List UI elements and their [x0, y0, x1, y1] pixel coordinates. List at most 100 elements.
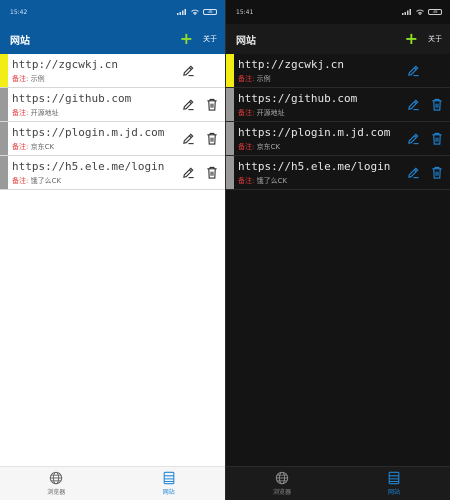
site-note: 备注: 开源地址 [238, 108, 406, 118]
battery-icon: 38 [203, 9, 217, 15]
nav-label: 浏览器 [272, 489, 291, 496]
site-url: https://h5.ele.me/login [238, 159, 391, 173]
side-bar [0, 122, 8, 155]
page-title: 网站 [236, 35, 256, 47]
site-item[interactable]: http://zgcwkj.cn 备注: 示例 [226, 54, 450, 88]
edit-icon[interactable] [406, 64, 420, 78]
site-url: http://zgcwkj.cn [238, 57, 344, 71]
edit-icon[interactable] [181, 166, 195, 180]
side-bar [0, 156, 8, 189]
signal-icon [177, 9, 186, 15]
globe-icon [50, 471, 63, 485]
site-note: 备注: 示例 [12, 74, 181, 84]
highlight-bar [226, 54, 234, 87]
app-bar: 网站 + 关于 [0, 24, 225, 54]
site-item[interactable]: http://zgcwkj.cn 备注: 示例 [0, 54, 225, 88]
note-value: 饿了么CK [30, 176, 62, 185]
edit-icon[interactable] [181, 132, 195, 146]
site-item[interactable]: https://plogin.m.jd.com 备注: 京东CK [226, 122, 450, 156]
site-note: 备注: 京东CK [238, 142, 406, 152]
site-item[interactable]: https://github.com 备注: 开源地址 [0, 88, 225, 122]
note-label: 备注: [12, 108, 29, 117]
note-label: 备注: [12, 74, 29, 83]
note-label: 备注: [12, 176, 29, 185]
side-bar [226, 122, 234, 155]
highlight-bar [0, 54, 8, 87]
nav-label: 网站 [162, 489, 175, 496]
site-note: 备注: 京东CK [12, 142, 181, 152]
app-bar: 网站 + 关于 [226, 24, 450, 54]
edit-icon[interactable] [181, 64, 195, 78]
site-item[interactable]: https://github.com 备注: 开源地址 [226, 88, 450, 122]
site-note: 备注: 开源地址 [12, 108, 181, 118]
status-bar: 15:41 38 [226, 0, 450, 24]
site-note: 备注: 饿了么CK [12, 176, 181, 186]
note-label: 备注: [12, 142, 29, 151]
delete-icon[interactable] [205, 166, 219, 180]
side-bar [226, 156, 234, 189]
dark-screen: 15:41 38 网站 + 关于 http://zgcwkj.cn 备注: 示例 [225, 0, 450, 500]
edit-icon[interactable] [406, 98, 420, 112]
site-item[interactable]: https://h5.ele.me/login 备注: 饿了么CK [0, 156, 225, 190]
status-bar: 15:42 38 [0, 0, 225, 24]
note-value: 示例 [256, 74, 271, 83]
nav-websites[interactable]: 网站 [338, 467, 450, 500]
page-title: 网站 [10, 35, 30, 47]
delete-icon[interactable] [205, 98, 219, 112]
nav-label: 网站 [387, 489, 400, 496]
wifi-icon [191, 9, 199, 15]
nav-browser[interactable]: 浏览器 [226, 467, 338, 500]
site-url: https://plogin.m.jd.com [238, 125, 391, 139]
about-button[interactable]: 关于 [428, 34, 442, 44]
site-url: https://github.com [12, 91, 132, 105]
site-list: http://zgcwkj.cn 备注: 示例 https://github.c… [0, 54, 225, 190]
note-label: 备注: [238, 108, 255, 117]
site-note: 备注: 饿了么CK [238, 176, 406, 186]
site-url: https://h5.ele.me/login [12, 159, 165, 173]
note-value: 京东CK [30, 142, 55, 151]
status-time: 15:42 [10, 8, 28, 16]
delete-icon[interactable] [430, 132, 444, 146]
nav-websites[interactable]: 网站 [113, 467, 226, 500]
add-site-button[interactable]: + [405, 31, 418, 47]
delete-icon[interactable] [205, 132, 219, 146]
battery-icon: 38 [428, 9, 442, 15]
side-bar [226, 88, 234, 121]
site-url: https://plogin.m.jd.com [12, 125, 165, 139]
note-label: 备注: [238, 74, 255, 83]
light-screen: 15:42 38 网站 + 关于 http://zgcwkj.cn 备注: 示例 [0, 0, 225, 500]
site-item[interactable]: https://plogin.m.jd.com 备注: 京东CK [0, 122, 225, 156]
bottom-nav: 浏览器 网站 [0, 466, 225, 500]
nav-browser[interactable]: 浏览器 [0, 467, 113, 500]
nav-label: 浏览器 [47, 489, 66, 496]
note-value: 开源地址 [256, 108, 285, 117]
about-button[interactable]: 关于 [203, 34, 217, 44]
signal-icon [402, 9, 411, 15]
edit-icon[interactable] [181, 98, 195, 112]
list-icon [388, 471, 400, 485]
add-site-button[interactable]: + [180, 31, 193, 47]
globe-icon [275, 471, 289, 485]
note-value: 饿了么CK [256, 176, 288, 185]
note-label: 备注: [238, 142, 255, 151]
delete-icon[interactable] [430, 166, 444, 180]
side-bar [0, 88, 8, 121]
status-time: 15:41 [236, 8, 254, 16]
note-value: 示例 [30, 74, 45, 83]
edit-icon[interactable] [406, 166, 420, 180]
status-icons: 38 [177, 9, 217, 15]
site-url: http://zgcwkj.cn [12, 57, 118, 71]
note-value: 京东CK [256, 142, 281, 151]
site-note: 备注: 示例 [238, 74, 406, 84]
site-url: https://github.com [238, 91, 358, 105]
note-value: 开源地址 [30, 108, 59, 117]
status-icons: 38 [402, 9, 442, 15]
delete-icon[interactable] [430, 98, 444, 112]
site-list: http://zgcwkj.cn 备注: 示例 https://github.c… [226, 54, 450, 190]
edit-icon[interactable] [406, 132, 420, 146]
wifi-icon [416, 9, 424, 15]
note-label: 备注: [238, 176, 255, 185]
list-icon [163, 471, 175, 485]
site-item[interactable]: https://h5.ele.me/login 备注: 饿了么CK [226, 156, 450, 190]
bottom-nav: 浏览器 网站 [226, 466, 450, 500]
